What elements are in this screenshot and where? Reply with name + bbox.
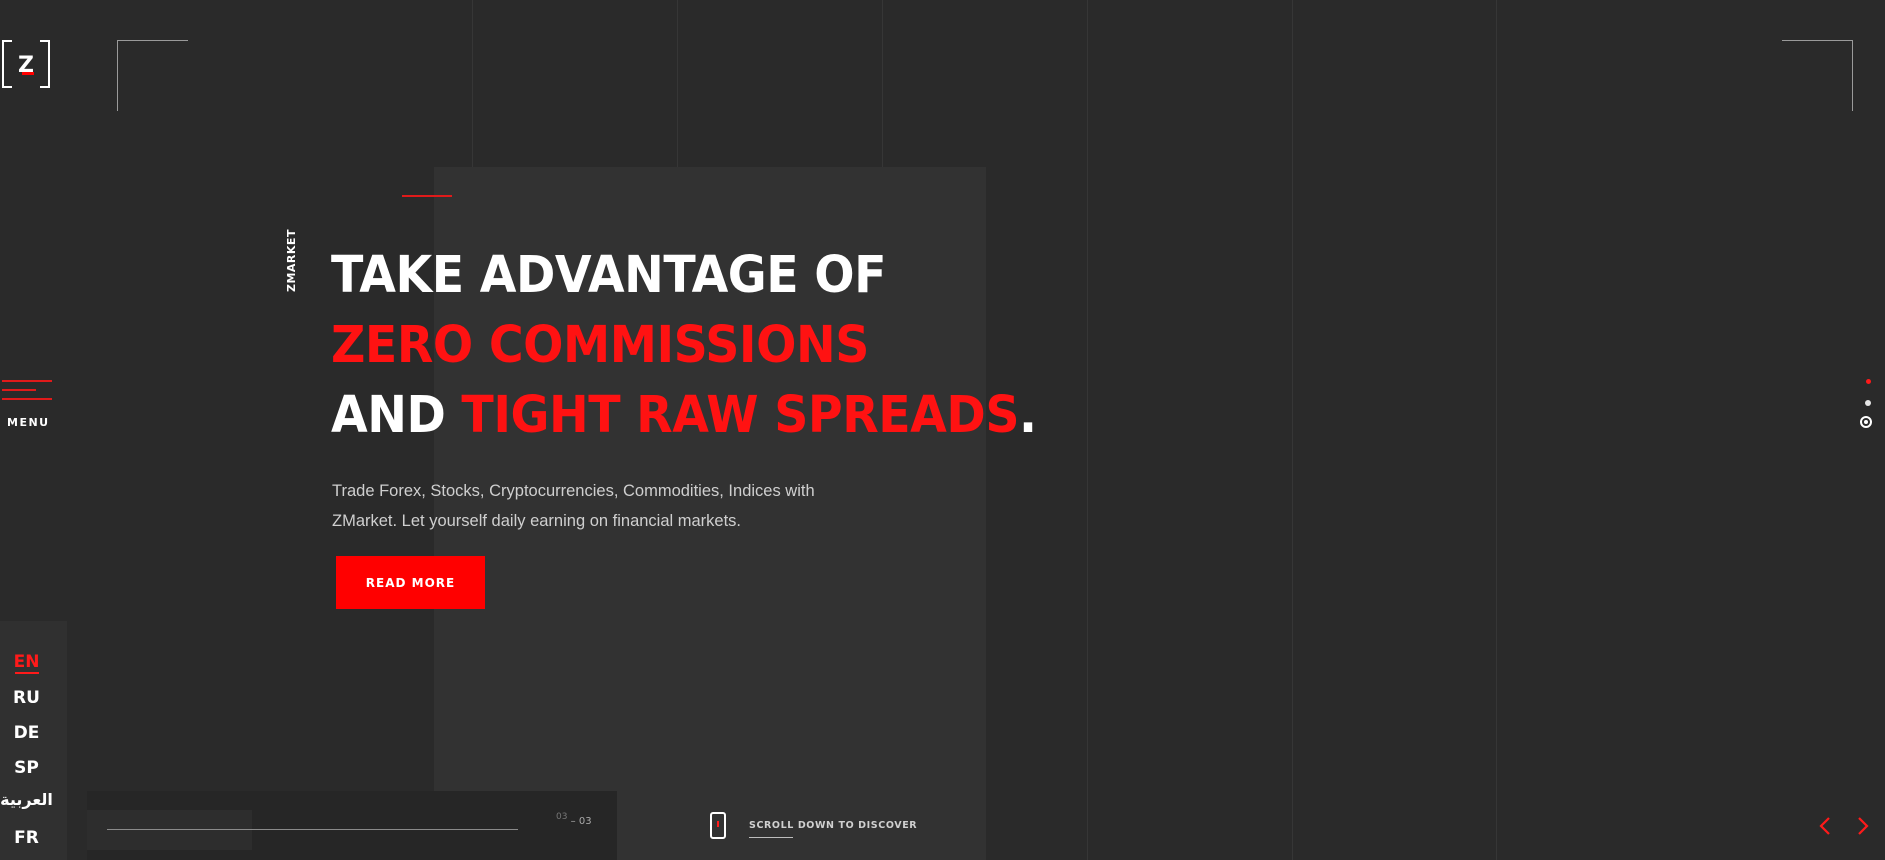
menu-label: MENU — [7, 416, 50, 429]
hamburger-icon — [2, 380, 52, 382]
hamburger-line — [2, 389, 36, 391]
read-more-button[interactable]: READ MORE — [336, 556, 485, 609]
hamburger-line — [2, 398, 52, 400]
lang-active-underline — [15, 672, 39, 674]
logo-frame-gap — [12, 40, 40, 42]
hero-headline: TAKE ADVANTAGE OF ZERO COMMISSIONS AND T… — [331, 241, 1037, 451]
grid-line — [1292, 0, 1293, 860]
grid-line — [1087, 0, 1088, 860]
chevron-right-icon — [1858, 817, 1869, 835]
lang-ru[interactable]: RU — [0, 688, 53, 708]
slider-progress-track[interactable] — [107, 829, 518, 830]
hero-subtitle: Trade Forex, Stocks, Cryptocurrencies, C… — [332, 482, 815, 530]
prev-slide-button[interactable] — [1811, 812, 1839, 840]
lang-ar[interactable]: العربية — [0, 790, 53, 809]
headline-line-1: TAKE ADVANTAGE OF — [331, 246, 887, 305]
slider-control-inset — [87, 810, 252, 850]
slide-separator: – — [570, 816, 576, 827]
lang-de[interactable]: DE — [0, 723, 53, 743]
lang-en[interactable]: EN — [0, 652, 53, 672]
chevron-left-icon — [1819, 817, 1830, 835]
headline-line-2: ZERO COMMISSIONS — [331, 316, 869, 375]
slide-current: 03 — [556, 812, 568, 822]
scroll-down-label[interactable]: SCROLL DOWN TO DISCOVER — [749, 820, 917, 831]
phone-scroll-icon — [710, 812, 726, 839]
slide-total: 03 — [578, 816, 592, 827]
pagination-dot-2[interactable] — [1865, 400, 1871, 406]
frame-corner-top-left — [117, 40, 188, 111]
pagination-dot-active[interactable] — [1860, 416, 1872, 428]
pagination-dot-1[interactable] — [1866, 379, 1871, 384]
lang-fr[interactable]: FR — [0, 828, 53, 848]
logo-frame-gap — [12, 86, 40, 88]
next-slide-button[interactable] — [1849, 812, 1877, 840]
slide-counter: 03 – 03 — [556, 812, 592, 827]
grid-line — [1496, 0, 1497, 860]
headline-line-3-end: . — [1019, 386, 1037, 445]
accent-dash — [402, 195, 452, 197]
headline-line-3-highlight: TIGHT RAW SPREADS — [461, 386, 1020, 445]
headline-line-3-start: AND — [331, 386, 462, 445]
scroll-underline — [749, 837, 793, 838]
logo-accent — [22, 72, 34, 75]
logo[interactable]: Z — [2, 40, 50, 88]
vertical-brand-label: ZMARKET — [285, 229, 298, 292]
page: Z MENU EN RU DE SP العربية FR ZMARKET TA… — [0, 0, 1885, 860]
lang-sp[interactable]: SP — [0, 758, 53, 778]
menu-button[interactable]: MENU — [2, 380, 52, 430]
frame-corner-top-right — [1782, 40, 1853, 111]
